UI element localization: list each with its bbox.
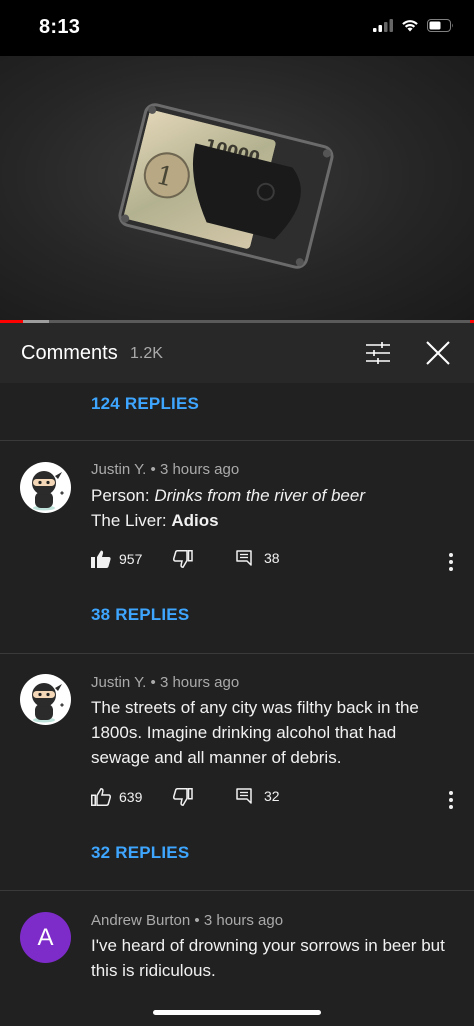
like-count: 639 <box>119 789 143 805</box>
divider <box>0 890 474 891</box>
thumb-down-icon <box>173 550 193 568</box>
meta-separator: • <box>150 674 156 691</box>
avatar-letter: A <box>37 923 54 951</box>
comment-text: Person: Drinks from the river of beer Th… <box>91 483 451 533</box>
view-replies-link[interactable]: 38 REPLIES <box>91 605 189 625</box>
comment-time: 3 hours ago <box>159 674 240 691</box>
comment-actions: 639 32 <box>91 788 461 812</box>
reply-icon <box>236 788 252 804</box>
video-player[interactable]: 1 10000 <box>0 56 474 320</box>
reply-count: 32 <box>264 788 280 804</box>
reply-button[interactable]: 38 <box>236 550 280 566</box>
filter-icon[interactable] <box>365 340 391 366</box>
status-time: 8:13 <box>39 16 81 38</box>
comment-line-2-prefix: The Liver: <box>91 511 172 530</box>
thumb-up-icon <box>91 788 111 806</box>
view-replies-link[interactable]: 124 REPLIES <box>91 394 199 414</box>
comment-author[interactable]: Andrew Burton <box>91 912 190 929</box>
avatar[interactable] <box>20 462 71 513</box>
more-vert-icon[interactable] <box>441 789 461 811</box>
view-replies-link[interactable]: 32 REPLIES <box>91 843 189 863</box>
comment-time: 3 hours ago <box>203 912 284 929</box>
meta-separator: • <box>194 912 200 929</box>
comment-line-2: The Liver: Adios <box>91 508 451 533</box>
status-icons <box>373 19 454 32</box>
battery-icon <box>427 19 453 32</box>
more-vert-icon[interactable] <box>441 551 461 573</box>
reply-count: 38 <box>264 550 280 566</box>
comment-line-1-italic: Drinks from the river of beer <box>154 486 365 505</box>
comment-time: 3 hours ago <box>159 461 240 478</box>
like-button[interactable]: 639 <box>91 788 142 806</box>
comments-title: Comments <box>21 342 118 364</box>
like-count: 957 <box>119 551 143 567</box>
status-bar: 8:13 <box>0 0 474 56</box>
comments-header: Comments 1.2K <box>0 323 474 383</box>
comments-count: 1.2K <box>130 345 163 362</box>
comments-list[interactable]: 124 REPLIES Justin Y. • 3 hours ago Pers… <box>0 383 474 1026</box>
ninja-avatar-icon <box>32 683 64 723</box>
comment-meta: Justin Y. • 3 hours ago <box>91 461 239 478</box>
dislike-button[interactable] <box>173 788 193 806</box>
comment-line-1-prefix: Person: <box>91 486 155 505</box>
thumb-up-icon <box>91 550 111 568</box>
divider <box>0 440 474 441</box>
comment-text: The streets of any city was filthy back … <box>91 698 419 767</box>
comment-meta: Andrew Burton • 3 hours ago <box>91 912 283 929</box>
comment-actions: 957 38 <box>91 550 461 574</box>
avatar[interactable]: A <box>20 912 71 963</box>
reply-button[interactable]: 32 <box>236 788 280 804</box>
comment-author[interactable]: Justin Y. <box>91 674 146 691</box>
divider <box>0 653 474 654</box>
avatar[interactable] <box>20 674 71 725</box>
comment-line-2-bold: Adios <box>171 511 219 530</box>
comment-author[interactable]: Justin Y. <box>91 461 146 478</box>
reply-icon <box>236 550 252 566</box>
dislike-button[interactable] <box>173 550 193 568</box>
home-indicator[interactable] <box>153 1010 321 1015</box>
signal-icon <box>373 19 393 32</box>
close-icon[interactable] <box>425 340 451 366</box>
video-frame-wallet-image: 1 10000 <box>118 103 334 269</box>
comment-meta: Justin Y. • 3 hours ago <box>91 674 239 691</box>
like-button[interactable]: 957 <box>91 550 142 568</box>
meta-separator: • <box>150 461 156 478</box>
thumb-down-icon <box>173 788 193 806</box>
ninja-avatar-icon <box>32 471 64 511</box>
comment-line-1: Person: Drinks from the river of beer <box>91 483 451 508</box>
comment-text: I've heard of drowning your sorrows in b… <box>91 936 445 980</box>
wifi-icon <box>402 20 418 32</box>
